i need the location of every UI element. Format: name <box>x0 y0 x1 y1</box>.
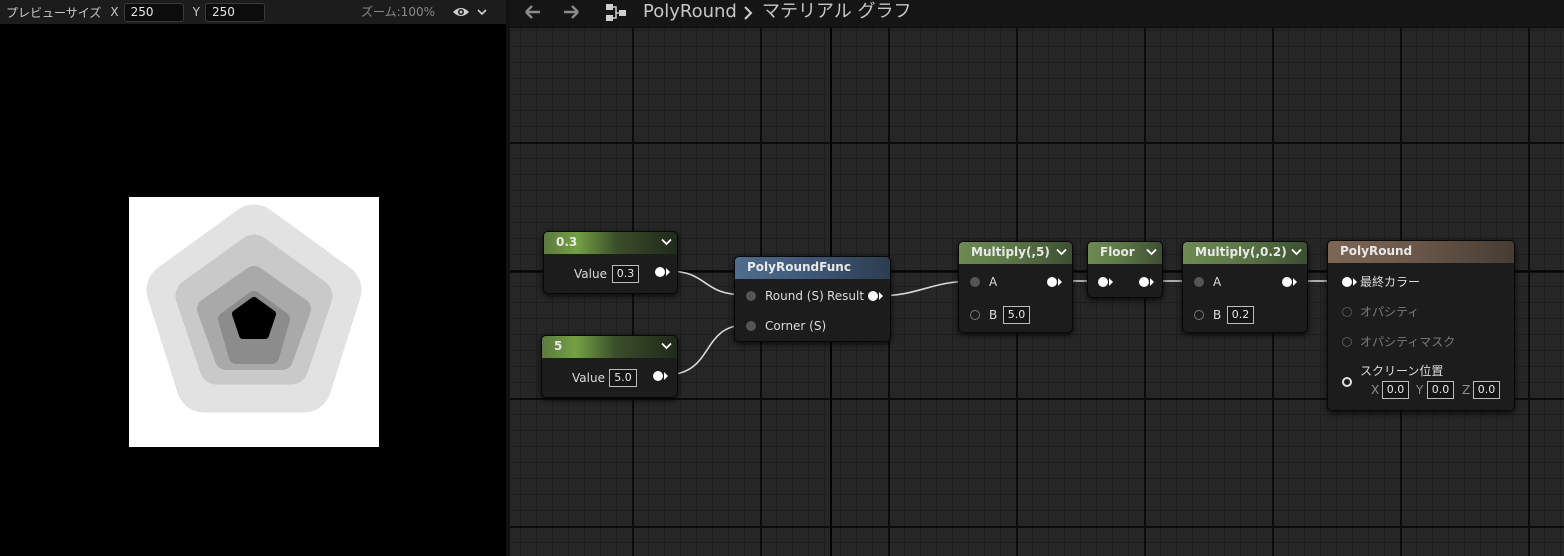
preview-size-label: プレビューサイズ <box>6 5 102 20</box>
pin-arrow-icon <box>1058 278 1062 286</box>
screen-position-label: スクリーン位置 <box>1360 364 1444 378</box>
chevron-down-icon[interactable] <box>1291 248 1302 256</box>
node-constant-a-output-pin[interactable] <box>655 267 665 277</box>
node-polyroundfunc-round-pin[interactable] <box>746 291 756 301</box>
zoom-level: ズーム:100% <box>361 5 435 19</box>
node-floor-header[interactable]: Floor <box>1088 242 1162 264</box>
back-arrow-icon[interactable] <box>522 3 544 21</box>
node-constant-a-header[interactable]: 0.3 <box>544 232 677 254</box>
preview-x-input[interactable]: 250 <box>123 2 184 22</box>
chevron-down-icon[interactable] <box>661 342 672 350</box>
pin-arrow-icon <box>1109 278 1113 286</box>
chevron-down-icon[interactable] <box>476 7 488 17</box>
node-floor-title: Floor <box>1100 245 1135 259</box>
node-polyroundfunc-header[interactable]: PolyRoundFunc <box>735 257 890 279</box>
node-floor-input-pin[interactable] <box>1098 277 1108 287</box>
node-multiply-5-b-label: B <box>989 308 998 322</box>
final-color-label: 最終カラー <box>1360 275 1421 289</box>
polyround-preview-image <box>146 204 362 413</box>
node-constant-b-title: 5 <box>554 339 563 353</box>
node-multiply-0-2-title: Multiply(,0.2) <box>1195 245 1287 259</box>
node-floor-output-pin[interactable] <box>1139 277 1149 287</box>
node-multiply-0-2-a-pin[interactable] <box>1194 277 1204 287</box>
node-multiply-0-2-a-label: A <box>1213 275 1222 289</box>
node-polyroundfunc-title: PolyRoundFunc <box>747 260 851 274</box>
opacity-mask-pin[interactable] <box>1342 337 1352 347</box>
node-constant-a-pin-label: Value <box>574 267 607 281</box>
node-material-result-header[interactable]: PolyRound <box>1328 241 1514 263</box>
preview-toolbar: プレビューサイズ X 250 Y 250 ズーム:100% <box>0 0 506 24</box>
node-polyroundfunc-corner-pin[interactable] <box>746 321 756 331</box>
node-multiply-5[interactable]: Multiply(,5) A B 5.0 <box>958 241 1073 333</box>
node-polyroundfunc-round-label: Round (S) <box>765 289 824 303</box>
chevron-down-icon[interactable] <box>1056 248 1067 256</box>
preview-y-input[interactable]: 250 <box>204 2 265 22</box>
node-multiply-5-a-pin[interactable] <box>970 277 980 287</box>
screen-position-z-label: Z <box>1462 383 1471 397</box>
node-material-result[interactable]: PolyRound 最終カラー オパシティ オパシティマスク スクリーン位置 X… <box>1327 240 1515 411</box>
opacity-label: オパシティ <box>1360 305 1420 319</box>
forward-arrow-icon[interactable] <box>560 3 582 21</box>
opacity-pin[interactable] <box>1342 307 1352 317</box>
node-constant-b-value[interactable]: 5.0 <box>609 369 637 387</box>
node-multiply-0-2[interactable]: Multiply(,0.2) A B 0.2 <box>1182 241 1308 333</box>
screen-position-y-label: Y <box>1416 383 1424 397</box>
preview-x-label: X <box>110 5 119 19</box>
screen-position-x-label: X <box>1371 383 1380 397</box>
screen-position-z-value[interactable]: 0.0 <box>1473 381 1500 399</box>
screen-position-x-value[interactable]: 0.0 <box>1382 381 1409 399</box>
node-multiply-5-title: Multiply(,5) <box>971 245 1050 259</box>
node-material-result-title: PolyRound <box>1340 244 1413 258</box>
node-floor[interactable]: Floor <box>1087 241 1163 298</box>
node-constant-a-title: 0.3 <box>556 235 578 249</box>
node-multiply-5-b-value[interactable]: 5.0 <box>1003 306 1030 324</box>
breadcrumb-asset[interactable]: PolyRound <box>643 0 737 24</box>
panel-splitter[interactable] <box>506 0 510 556</box>
preview-panel: プレビューサイズ X 250 Y 250 ズーム:100% <box>0 0 506 556</box>
pin-arrow-icon <box>1150 278 1154 286</box>
chevron-down-icon[interactable] <box>1146 248 1157 256</box>
chevron-down-icon[interactable] <box>661 238 672 246</box>
node-multiply-0-2-b-value[interactable]: 0.2 <box>1227 306 1254 324</box>
pin-arrow-icon <box>1353 278 1357 286</box>
node-constant-b-header[interactable]: 5 <box>542 336 677 358</box>
node-multiply-0-2-output-pin[interactable] <box>1282 277 1292 287</box>
pin-arrow-icon <box>879 292 883 300</box>
pin-arrow-icon <box>666 268 670 276</box>
opacity-mask-label: オパシティマスク <box>1360 335 1456 349</box>
breadcrumb-graph: マテリアル グラフ <box>762 1 912 22</box>
pin-arrow-icon <box>1293 278 1297 286</box>
node-polyroundfunc-corner-label: Corner (S) <box>765 319 827 333</box>
node-multiply-0-2-b-pin[interactable] <box>1194 310 1204 320</box>
eye-icon[interactable] <box>452 5 470 19</box>
final-color-pin[interactable] <box>1342 277 1352 287</box>
node-multiply-0-2-b-label: B <box>1213 308 1222 322</box>
node-multiply-5-output-pin[interactable] <box>1047 277 1057 287</box>
node-multiply-5-b-pin[interactable] <box>970 310 980 320</box>
node-constant-b[interactable]: 5 Value 5.0 <box>541 335 678 398</box>
node-multiply-5-header[interactable]: Multiply(,5) <box>959 242 1072 264</box>
screen-position-y-value[interactable]: 0.0 <box>1427 381 1454 399</box>
preview-y-label: Y <box>192 5 200 19</box>
node-multiply-0-2-header[interactable]: Multiply(,0.2) <box>1183 242 1307 264</box>
material-preview <box>129 197 379 447</box>
node-constant-b-pin-label: Value <box>572 371 605 385</box>
node-polyroundfunc-result-pin[interactable] <box>868 291 878 301</box>
screen-position-pin[interactable] <box>1342 377 1352 387</box>
node-constant-b-output-pin[interactable] <box>653 371 663 381</box>
node-polyroundfunc[interactable]: PolyRoundFunc Round (S) Result Corner (S… <box>734 256 891 342</box>
pin-arrow-icon <box>664 372 668 380</box>
node-polyroundfunc-result-label: Result <box>827 289 865 303</box>
node-constant-a-value[interactable]: 0.3 <box>612 265 639 283</box>
material-graph-icon <box>606 4 626 21</box>
chevron-right-icon <box>744 6 753 20</box>
graph-breadcrumb-bar: PolyRound マテリアル グラフ <box>510 0 1564 28</box>
node-multiply-5-a-label: A <box>989 275 998 289</box>
node-constant-a[interactable]: 0.3 Value 0.3 <box>543 231 678 294</box>
